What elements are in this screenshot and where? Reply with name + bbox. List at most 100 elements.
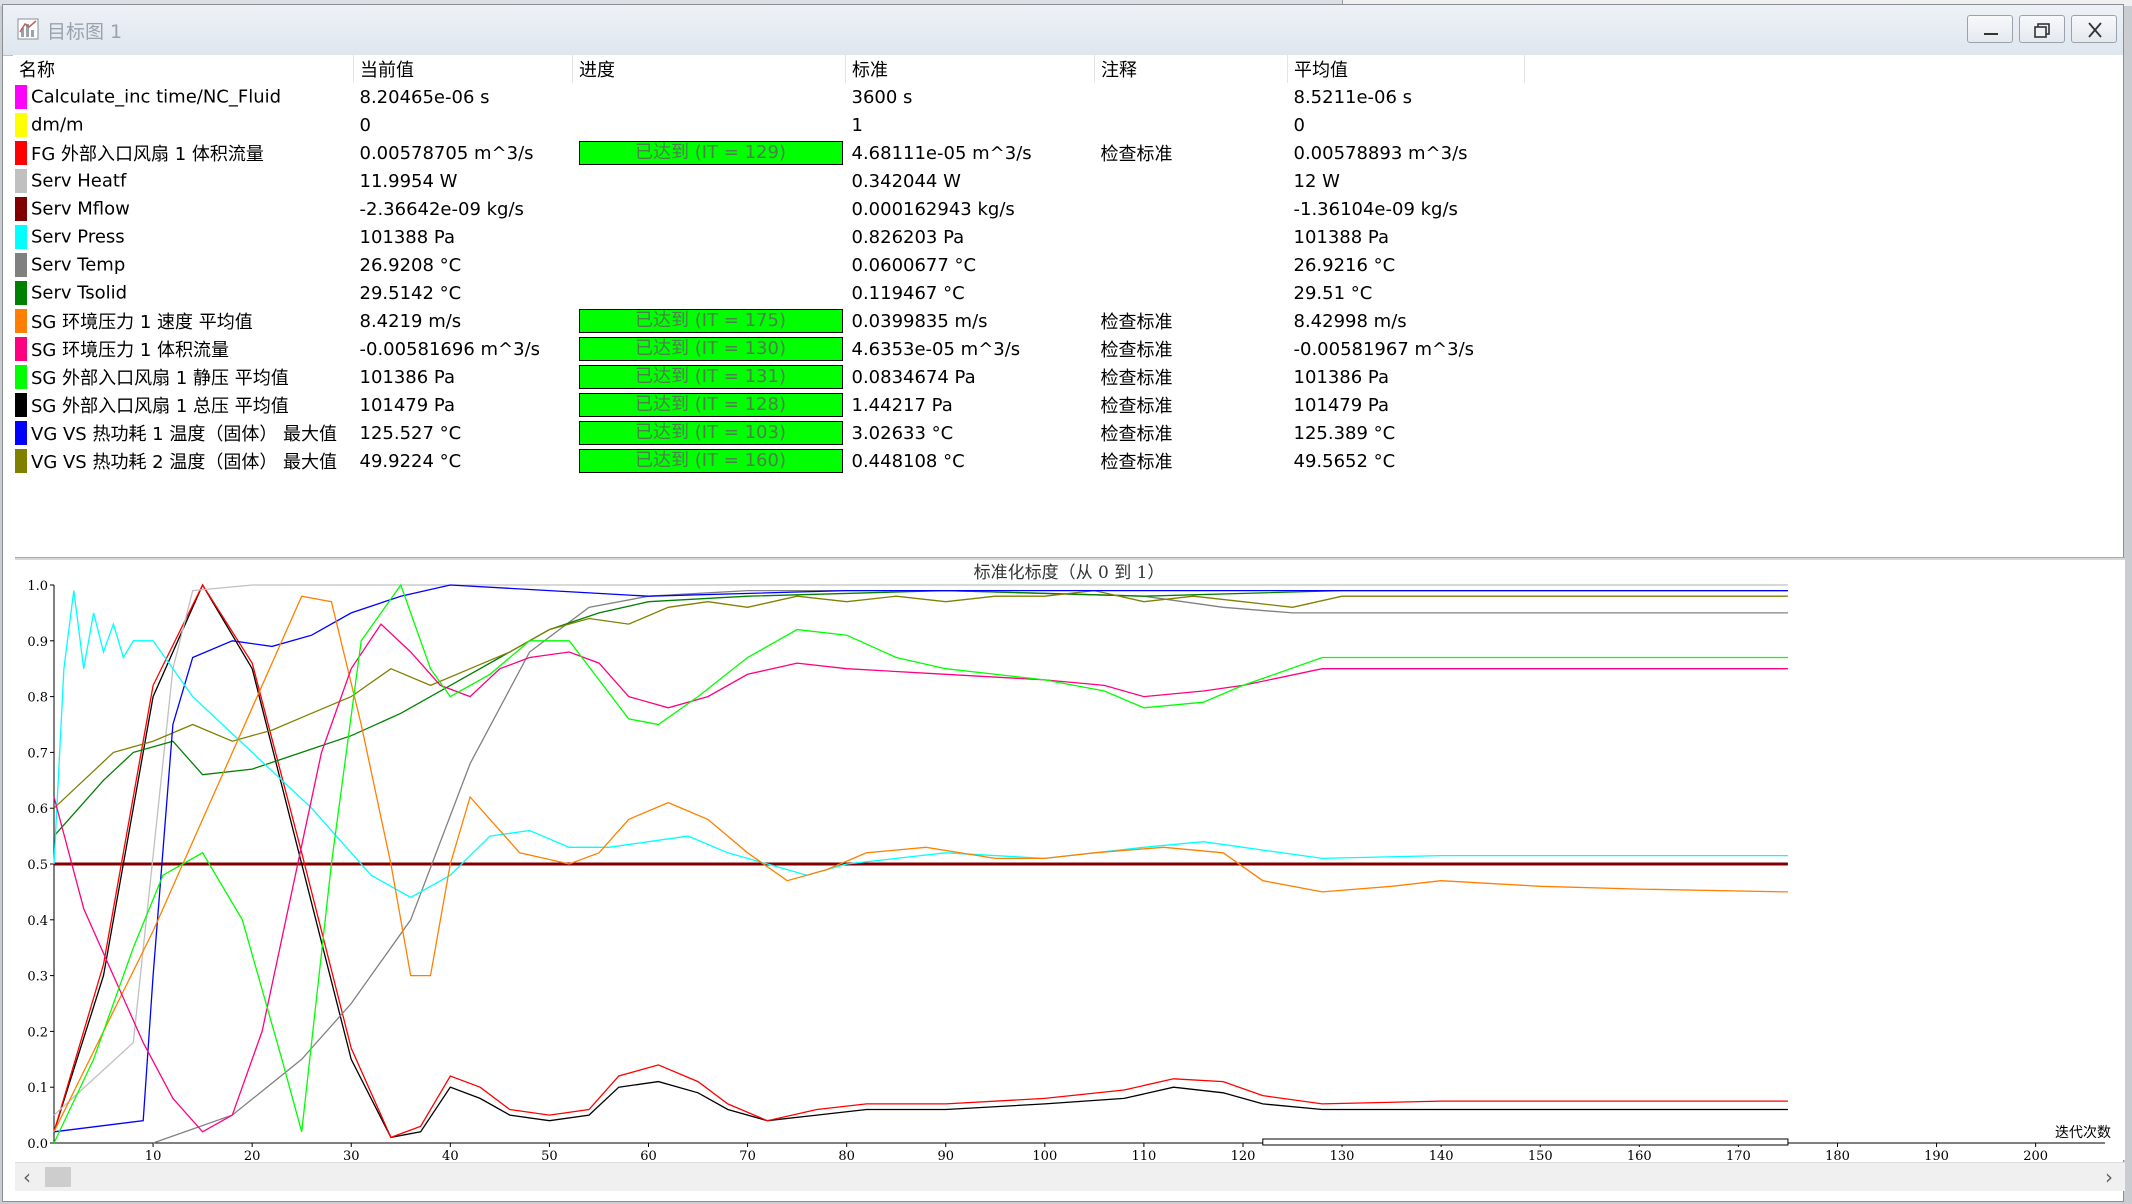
color-swatch <box>15 85 27 109</box>
cell-current-value: 49.9224 °C <box>359 450 462 472</box>
cell-standard: 1.44217 Pa <box>851 394 953 416</box>
cell-current-value: 0 <box>359 114 371 136</box>
chart-pane: 标准化标度（从 0 到 1） 0.0 0.1 0.2 0.3 0.4 0.5 0.6 0.7 0.… <box>15 560 2125 1164</box>
x-tick-label: 140 <box>1429 1149 1454 1160</box>
table-row[interactable]: SG 外部入口风扇 1 总压 平均值 101479 Pa 已达到 (IT = 128… <box>13 391 1525 419</box>
table-row[interactable]: VG VS 热功耗 1 温度（固体） 最大值 125.527 °C 已达到 (IT … <box>13 419 1525 447</box>
minimize-button[interactable] <box>1967 15 2013 43</box>
cell-standard: 0.119467 °C <box>851 282 965 304</box>
x-tick-label: 130 <box>1330 1149 1355 1160</box>
y-tick-label: 0.9 <box>27 635 48 650</box>
series-name: dm/m <box>31 114 84 136</box>
table-row[interactable]: Serv Tsolid 29.5142 °C 0.119467 °C 29.51 °C <box>13 279 1525 307</box>
cell-average: 125.389 °C <box>1293 422 1396 444</box>
chart-icon <box>17 18 39 40</box>
progress-badge: 已达到 (IT = 129) <box>578 141 843 165</box>
cell-standard: 1 <box>851 114 863 136</box>
color-swatch <box>15 421 27 445</box>
table-row[interactable]: Calculate_inc time/NC_Fluid 8.20465e-06 s… <box>13 83 1525 111</box>
cell-progress: 已达到 (IT = 175) <box>573 307 846 335</box>
color-swatch <box>15 169 27 193</box>
cell-name: VG VS 热功耗 1 温度（固体） 最大值 <box>13 419 354 447</box>
table-row[interactable]: SG 环境压力 1 体积流量 -0.00581696 m^3/s 已达到 (IT =… <box>13 335 1525 363</box>
x-tick-label: 10 <box>145 1149 162 1160</box>
column-header-current[interactable]: 当前值 <box>353 55 573 83</box>
restore-button[interactable] <box>2019 15 2065 43</box>
table-row[interactable]: SG 外部入口风扇 1 静压 平均值 101386 Pa 已达到 (IT = 131… <box>13 363 1525 391</box>
table-row[interactable]: Serv Heatf 11.9954 W 0.342044 W 12 W <box>13 167 1525 195</box>
table-row[interactable]: Serv Temp 26.9208 °C 0.0600677 °C 26.9216 °… <box>13 251 1525 279</box>
color-swatch <box>15 253 27 277</box>
cell-name: SG 外部入口风扇 1 总压 平均值 <box>13 391 354 419</box>
scroll-right-icon[interactable]: › <box>2105 1165 2113 1189</box>
series-name: Serv Temp <box>31 254 126 276</box>
cell-note: 检查标准 <box>1100 396 1173 417</box>
column-header-standard[interactable]: 标准 <box>845 55 1095 83</box>
cell-average: 29.51 °C <box>1293 282 1373 304</box>
column-header-average[interactable]: 平均值 <box>1287 55 1525 83</box>
series-line-serv-heatf <box>152 589 1788 1144</box>
cell-average: 8.42998 m/s <box>1293 310 1407 332</box>
cell-note: 检查标准 <box>1100 452 1173 473</box>
table-row[interactable]: SG 环境压力 1 速度 平均值 8.4219 m/s 已达到 (IT = 175)… <box>13 307 1525 335</box>
x-tick-label: 70 <box>739 1149 756 1160</box>
cell-standard: 0.448108 °C <box>851 450 965 472</box>
cell-average: 101388 Pa <box>1293 226 1390 248</box>
cell-standard: 4.68111e-05 m^3/s <box>851 142 1032 164</box>
cell-progress: 已达到 (IT = 160) <box>573 447 846 475</box>
cell-standard: 0.0600677 °C <box>851 254 977 276</box>
table-row[interactable]: dm/m 0 1 0 <box>13 111 1525 139</box>
y-tick-label: 0.6 <box>27 802 48 817</box>
color-swatch <box>15 141 27 165</box>
series-name: SG 外部入口风扇 1 静压 平均值 <box>31 368 289 389</box>
cell-progress <box>573 111 846 139</box>
table-row[interactable]: FG 外部入口风扇 1 体积流量 0.00578705 m^3/s 已达到 (IT … <box>13 139 1525 167</box>
cell-progress: 已达到 (IT = 130) <box>573 335 846 363</box>
x-tick-label: 80 <box>838 1149 855 1160</box>
cell-progress <box>573 251 846 279</box>
scroll-left-icon[interactable]: ‹ <box>23 1165 31 1189</box>
x-tick-label: 40 <box>442 1149 459 1160</box>
x-tick-label: 120 <box>1231 1149 1256 1160</box>
title-bar[interactable]: 目标图 1 <box>3 5 2123 56</box>
cell-progress: 已达到 (IT = 129) <box>573 139 846 167</box>
cell-note: 检查标准 <box>1100 368 1173 389</box>
x-tick-label: 60 <box>640 1149 657 1160</box>
column-header-name[interactable]: 名称 <box>13 55 354 83</box>
column-header-note[interactable]: 注释 <box>1094 55 1288 83</box>
minimize-icon <box>1984 33 1998 35</box>
x-tick-label: 200 <box>2023 1149 2048 1160</box>
color-swatch <box>15 197 27 221</box>
table-row[interactable]: Serv Mflow -2.36642e-09 kg/s 0.000162943 k… <box>13 195 1525 223</box>
table-row[interactable]: VG VS 热功耗 2 温度（固体） 最大值 49.9224 °C 已达到 (IT … <box>13 447 1525 475</box>
series-name: FG 外部入口风扇 1 体积流量 <box>31 144 264 165</box>
cell-average: 12 W <box>1293 170 1340 192</box>
table-row[interactable]: Serv Press 101388 Pa 0.826203 Pa 101388 Pa <box>13 223 1525 251</box>
y-tick-label: 0.1 <box>27 1081 48 1096</box>
x-tick-label: 170 <box>1726 1149 1751 1160</box>
cell-standard: 3600 s <box>851 86 913 108</box>
progress-badge: 已达到 (IT = 175) <box>578 309 843 333</box>
horizontal-scrollbar[interactable]: ‹ › <box>15 1162 2125 1191</box>
cell-average: 8.5211e-06 s <box>1293 86 1413 108</box>
y-tick-label: 0.4 <box>27 914 48 929</box>
cell-current-value: 101479 Pa <box>359 394 456 416</box>
chart-window: 目标图 1 名称 当前值 进度 标准 注释 平均值 Calculate_inc … <box>2 4 2125 1202</box>
series-line-sg-1 <box>53 583 1788 1139</box>
scrollbar-thumb[interactable] <box>45 1167 71 1187</box>
column-header-progress[interactable]: 进度 <box>572 55 846 83</box>
restore-icon <box>2034 23 2050 38</box>
close-button[interactable] <box>2071 15 2117 43</box>
cell-standard: 0.826203 Pa <box>851 226 965 248</box>
cell-name: SG 环境压力 1 速度 平均值 <box>13 307 354 335</box>
progress-badge: 已达到 (IT = 128) <box>578 393 843 417</box>
x-tick-label: 90 <box>937 1149 954 1160</box>
cell-note <box>1095 83 1288 111</box>
cell-name: Serv Press <box>13 223 354 251</box>
cell-note <box>1095 195 1288 223</box>
cell-standard: 0.0399835 m/s <box>851 310 988 332</box>
x-tick-label: 150 <box>1528 1149 1553 1160</box>
cell-average: 0.00578893 m^3/s <box>1293 142 1468 164</box>
cell-progress <box>573 83 846 111</box>
cell-current-value: 29.5142 °C <box>359 282 462 304</box>
